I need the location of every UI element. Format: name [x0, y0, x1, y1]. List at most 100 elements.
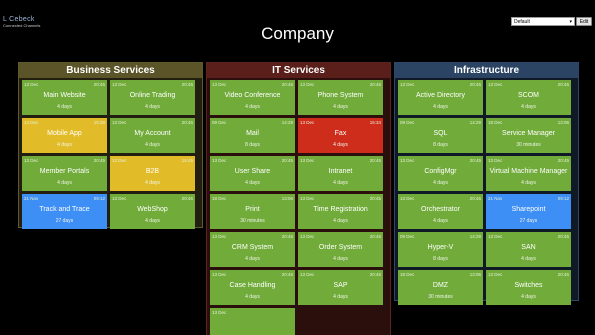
service-tile[interactable]: 13 Dec 20:45 Active Directory 4 days: [398, 80, 483, 115]
tile-name: Video Conference: [224, 92, 281, 99]
tile-duration: 4 days: [333, 104, 348, 110]
tile-date: 21 Nov: [488, 196, 503, 201]
page-title: Company: [261, 24, 334, 43]
service-tile[interactable]: 13 Dec 20:45 Main Website 4 days: [22, 80, 107, 115]
service-tile[interactable]: 13 Dec 20:45 Member Portals 4 days: [22, 156, 107, 191]
service-tile[interactable]: 14 Dec 15:38 Mobile App 4 days: [22, 118, 107, 153]
tile-name: WebShop: [137, 206, 168, 213]
service-tile[interactable]: 13 Dec 20:45 User Share 4 days: [210, 156, 295, 191]
tile-name: Mail: [246, 130, 259, 137]
tile-name: DMZ: [432, 282, 449, 289]
tile-date: 13 Dec: [112, 120, 127, 125]
service-tile[interactable]: 13 Dec 20:45 Phone System 4 days: [298, 80, 383, 115]
tile-duration: 4 days: [245, 294, 260, 300]
tile-duration: 4 days: [433, 104, 448, 110]
tile-time: 14:29: [281, 120, 293, 125]
tile-date: 13 Dec: [112, 158, 127, 163]
service-tile[interactable]: 13 Dec 20:45 Order System 4 days: [298, 232, 383, 267]
group-infrastructure: Infrastructure 13 Dec 20:45 Active Directo…: [394, 62, 579, 305]
tile-duration: 4 days: [57, 104, 72, 110]
tile-time: 20:45: [557, 272, 569, 277]
tile-date: 13 Dec: [400, 158, 415, 163]
tile-date: 13 Dec: [400, 82, 415, 87]
service-tile[interactable]: 13 Dec 20:45 My Account 4 days: [110, 118, 195, 153]
service-tile[interactable]: 18 Dec 13:06 DMZ 30 minutes: [398, 270, 483, 305]
service-tile[interactable]: 13 Dec 20:45 Video Conference 4 days: [210, 80, 295, 115]
tile-duration: 4 days: [521, 294, 536, 300]
tile-duration: 4 days: [521, 256, 536, 262]
service-tile[interactable]: 13 Dec 20:45 Orchestrator 4 days: [398, 194, 483, 229]
tile-name: Main Website: [43, 92, 86, 99]
tile-name: Track and Trace: [39, 206, 90, 213]
tile-name: B2B: [145, 168, 160, 175]
tile-name: Member Portals: [39, 168, 90, 175]
service-tile[interactable]: 09 Dec 14:29 Hyper-V 8 days: [398, 232, 483, 267]
tile-duration: 4 days: [521, 180, 536, 186]
service-tile[interactable]: 13 Dec 15:45 B2B 4 days: [110, 156, 195, 191]
tile-duration: 4 days: [145, 180, 160, 186]
tile-time: 09:12: [93, 196, 105, 201]
tile-time: 20:45: [181, 82, 193, 87]
tile-duration: 4 days: [57, 142, 72, 148]
service-tile[interactable]: 21 Nov 09:12 Sharepoint 27 days: [486, 194, 571, 229]
service-tile[interactable]: 13 Dec 20:45 CRM System 4 days: [210, 232, 295, 267]
tile-duration: 4 days: [145, 218, 160, 224]
tile-date: 09 Dec: [400, 234, 415, 239]
tile-name: Online Trading: [129, 92, 176, 99]
tile-time: 15:34: [369, 120, 381, 125]
tile-name: Sharepoint: [511, 206, 546, 213]
service-tile[interactable]: 09 Dec 14:29 Mail 8 days: [210, 118, 295, 153]
tile-duration: 30 minutes: [240, 218, 265, 224]
tile-time: 09:12: [557, 196, 569, 201]
tile-name: Switches: [514, 282, 543, 289]
tile-date: 18 Dec: [400, 272, 415, 277]
service-tile[interactable]: 13 Dec 20:45 ConfigMgr 4 days: [398, 156, 483, 191]
tile-date: 13 Dec: [300, 158, 315, 163]
service-tile[interactable]: 13 Dec 20:45 Case Handling 4 days: [210, 270, 295, 305]
tile-date: 13 Dec: [488, 272, 503, 277]
tile-duration: 4 days: [433, 218, 448, 224]
tile-duration: 8 days: [433, 256, 448, 262]
service-tile[interactable]: 13 Dec 15:34 Fax 4 days: [298, 118, 383, 153]
tile-time: 20:45: [469, 196, 481, 201]
tile-date: 14 Dec: [24, 120, 39, 125]
tile-date: 13 Dec: [488, 158, 503, 163]
tile-name: Phone System: [317, 92, 364, 99]
tile-time: 20:45: [281, 234, 293, 239]
service-tile[interactable]: 21 Nov 09:12 Track and Trace 27 days: [22, 194, 107, 229]
service-tile[interactable]: 13 Dec 20:45 SAN 4 days: [486, 232, 571, 267]
tile-time: 20:45: [369, 234, 381, 239]
service-tile[interactable]: 13 Dec: [210, 308, 295, 335]
tile-date: 18 Dec: [212, 196, 227, 201]
tile-date: 13 Dec: [112, 196, 127, 201]
tile-time: 15:38: [93, 120, 105, 125]
tile-time: 20:45: [369, 272, 381, 277]
tile-name: Orchestrator: [421, 206, 460, 213]
tile-date: 13 Dec: [300, 82, 315, 87]
service-tile[interactable]: 13 Dec 20:45 Online Trading 4 days: [110, 80, 195, 115]
tile-time: 14:29: [469, 120, 481, 125]
tile-time: 20:45: [369, 196, 381, 201]
service-tile[interactable]: 09 Dec 14:29 SQL 8 days: [398, 118, 483, 153]
service-tile[interactable]: 13 Dec 20:45 SCOM 4 days: [486, 80, 571, 115]
service-tile[interactable]: 13 Dec 20:45 Switches 4 days: [486, 270, 571, 305]
tile-name: Print: [245, 206, 260, 213]
tile-name: Order System: [318, 244, 363, 251]
service-tile[interactable]: 13 Dec 20:45 WebShop 4 days: [110, 194, 195, 229]
service-tile[interactable]: 18 Dec 13:06 Print 30 minutes: [210, 194, 295, 229]
tile-time: 20:45: [369, 158, 381, 163]
tile-duration: 4 days: [333, 294, 348, 300]
tile-name: CRM System: [231, 244, 274, 251]
tile-duration: 4 days: [333, 142, 348, 148]
service-tile[interactable]: 18 Dec 13:06 Service Manager 30 minutes: [486, 118, 571, 153]
tile-duration: 4 days: [57, 180, 72, 186]
service-tile[interactable]: 13 Dec 20:45 Intranet 4 days: [298, 156, 383, 191]
service-tile[interactable]: 13 Dec 20:45 SAP 4 days: [298, 270, 383, 305]
tile-grid: 13 Dec 20:45 Active Directory 4 days 13 Dec 2…: [395, 78, 578, 305]
service-tile[interactable]: 13 Dec 20:45 Virtual Machine Manager 4 days: [486, 156, 571, 191]
tile-date: 13 Dec: [300, 272, 315, 277]
service-tile[interactable]: 13 Dec 20:45 Time Registration 4 days: [298, 194, 383, 229]
tile-date: 21 Nov: [24, 196, 39, 201]
tile-name: Case Handling: [229, 282, 276, 289]
tile-date: 13 Dec: [212, 310, 227, 315]
